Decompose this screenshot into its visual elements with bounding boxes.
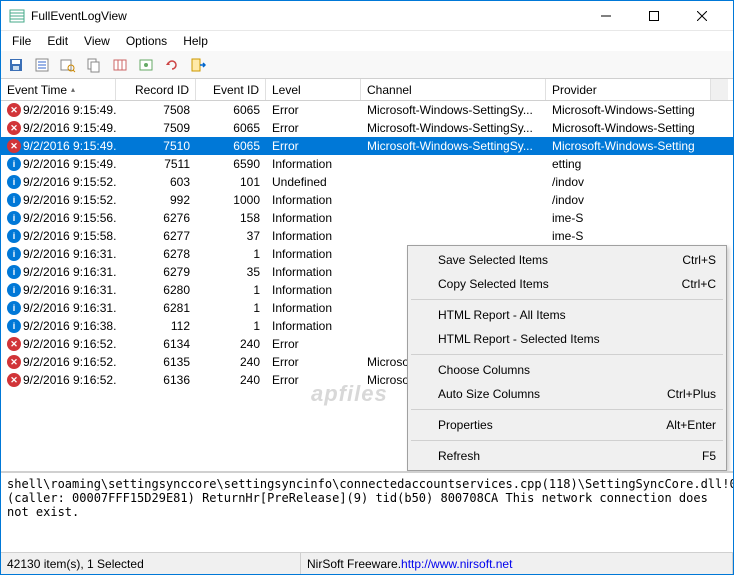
- maximize-button[interactable]: [631, 2, 677, 30]
- ctx-choose-columns[interactable]: Choose Columns: [410, 358, 724, 382]
- titlebar: FullEventLogView: [1, 1, 733, 31]
- app-icon: [9, 8, 25, 24]
- table-row[interactable]: ✕9/2/2016 9:15:49...75096065ErrorMicroso…: [1, 119, 733, 137]
- ctx-refresh[interactable]: RefreshF5: [410, 444, 724, 468]
- table-row[interactable]: i9/2/2016 9:15:56...6276158Informationim…: [1, 209, 733, 227]
- copy-icon[interactable]: [83, 54, 105, 76]
- menu-edit[interactable]: Edit: [40, 32, 75, 50]
- close-button[interactable]: [679, 2, 725, 30]
- menubar: File Edit View Options Help: [1, 31, 733, 51]
- statusbar: 42130 item(s), 1 Selected NirSoft Freewa…: [1, 552, 733, 574]
- col-level[interactable]: Level: [266, 79, 361, 100]
- scroll-left-icon[interactable]: ◄: [1, 472, 18, 473]
- table-row[interactable]: ✕9/2/2016 9:15:49...75086065ErrorMicroso…: [1, 101, 733, 119]
- info-icon: i: [7, 283, 21, 297]
- table-row[interactable]: i9/2/2016 9:15:52...9921000Information/i…: [1, 191, 733, 209]
- separator: [411, 409, 723, 410]
- error-icon: ✕: [7, 337, 21, 351]
- ctx-html-selected[interactable]: HTML Report - Selected Items: [410, 327, 724, 351]
- menu-file[interactable]: File: [5, 32, 38, 50]
- scroll-right-icon[interactable]: ►: [699, 472, 716, 473]
- properties-icon[interactable]: [31, 54, 53, 76]
- ctx-copy-selected[interactable]: Copy Selected ItemsCtrl+C: [410, 272, 724, 296]
- table-row[interactable]: i9/2/2016 9:15:52...603101Undefined/indo…: [1, 173, 733, 191]
- grid-header: Event Time▴ Record ID Event ID Level Cha…: [1, 79, 733, 101]
- col-provider[interactable]: Provider: [546, 79, 711, 100]
- info-icon: i: [7, 175, 21, 189]
- col-event-id[interactable]: Event ID: [196, 79, 266, 100]
- ctx-auto-size[interactable]: Auto Size ColumnsCtrl+Plus: [410, 382, 724, 406]
- info-icon: i: [7, 265, 21, 279]
- search-icon[interactable]: [57, 54, 79, 76]
- status-credit: NirSoft Freeware. http://www.nirsoft.net: [301, 553, 733, 574]
- event-grid: Event Time▴ Record ID Event ID Level Cha…: [1, 79, 733, 472]
- menu-help[interactable]: Help: [176, 32, 215, 50]
- error-icon: ✕: [7, 139, 21, 153]
- table-row[interactable]: ✕9/2/2016 9:15:49...75106065ErrorMicroso…: [1, 137, 733, 155]
- context-menu: Save Selected ItemsCtrl+S Copy Selected …: [407, 245, 727, 471]
- ctx-html-all[interactable]: HTML Report - All Items: [410, 303, 724, 327]
- options-icon[interactable]: [135, 54, 157, 76]
- col-event-time[interactable]: Event Time▴: [1, 79, 116, 100]
- error-icon: ✕: [7, 373, 21, 387]
- error-icon: ✕: [7, 103, 21, 117]
- info-icon: i: [7, 211, 21, 225]
- columns-icon[interactable]: [109, 54, 131, 76]
- ctx-save-selected[interactable]: Save Selected ItemsCtrl+S: [410, 248, 724, 272]
- menu-options[interactable]: Options: [119, 32, 174, 50]
- error-icon: ✕: [7, 355, 21, 369]
- exit-icon[interactable]: [187, 54, 209, 76]
- separator: [411, 440, 723, 441]
- toolbar: [1, 51, 733, 79]
- table-row[interactable]: i9/2/2016 9:15:58...627737Informationime…: [1, 227, 733, 245]
- col-channel[interactable]: Channel: [361, 79, 546, 100]
- window-title: FullEventLogView: [31, 9, 583, 23]
- info-icon: i: [7, 229, 21, 243]
- separator: [411, 299, 723, 300]
- detail-pane[interactable]: shell\roaming\settingsynccore\settingsyn…: [1, 472, 733, 552]
- save-icon[interactable]: [5, 54, 27, 76]
- info-icon: i: [7, 301, 21, 315]
- info-icon: i: [7, 193, 21, 207]
- info-icon: i: [7, 319, 21, 333]
- refresh-icon[interactable]: [161, 54, 183, 76]
- status-count: 42130 item(s), 1 Selected: [1, 553, 301, 574]
- horizontal-scrollbar[interactable]: ◄ ►: [1, 471, 733, 472]
- nirsoft-link[interactable]: http://www.nirsoft.net: [401, 557, 512, 571]
- separator: [411, 354, 723, 355]
- sort-asc-icon: ▴: [71, 85, 75, 94]
- menu-view[interactable]: View: [77, 32, 117, 50]
- table-row[interactable]: i9/2/2016 9:15:49...75116590Informatione…: [1, 155, 733, 173]
- info-icon: i: [7, 247, 21, 261]
- col-record-id[interactable]: Record ID: [116, 79, 196, 100]
- info-icon: i: [7, 157, 21, 171]
- minimize-button[interactable]: [583, 2, 629, 30]
- error-icon: ✕: [7, 121, 21, 135]
- ctx-properties[interactable]: PropertiesAlt+Enter: [410, 413, 724, 437]
